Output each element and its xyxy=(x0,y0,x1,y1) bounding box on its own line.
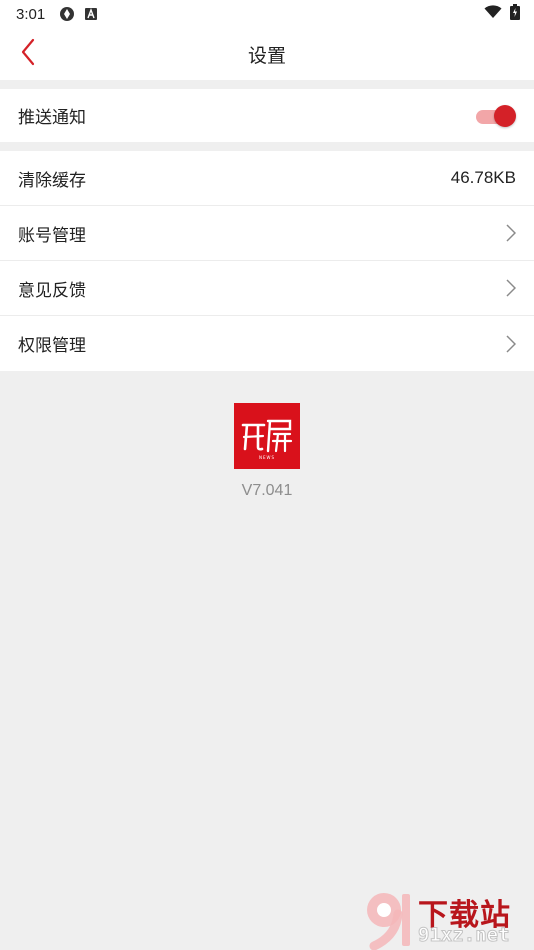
feedback-label: 意见反馈 xyxy=(18,280,86,301)
watermark-logo-icon xyxy=(367,893,410,950)
wifi-icon xyxy=(484,5,502,23)
clear-cache-row[interactable]: 清除缓存 46.78KB xyxy=(0,151,534,206)
permissions-label: 权限管理 xyxy=(18,336,86,356)
battery-icon xyxy=(510,4,520,24)
chevron-right-icon xyxy=(500,279,516,297)
page-title: 设置 xyxy=(247,44,286,67)
app-logo: NEWS xyxy=(234,403,300,469)
account-management-label: 账号管理 xyxy=(18,225,86,246)
app-header: 设置 xyxy=(0,28,534,80)
push-notification-toggle[interactable] xyxy=(476,104,516,127)
account-management-row[interactable]: 账号管理 xyxy=(0,206,534,261)
app-version: V7.041 xyxy=(241,482,293,499)
cache-size-value: 46.78KB xyxy=(450,168,516,187)
back-button[interactable] xyxy=(10,36,46,72)
status-time: 3:01 xyxy=(16,5,46,23)
sync-icon xyxy=(59,6,75,22)
settings-list: 清除缓存 46.78KB 账号管理 意见反馈 权限管理 xyxy=(0,151,534,371)
chevron-left-icon xyxy=(20,38,36,70)
push-section: 推送通知 xyxy=(0,89,534,142)
a-badge-icon xyxy=(85,8,98,20)
chevron-right-icon xyxy=(500,334,516,353)
toggle-knob xyxy=(494,104,516,127)
svg-text:NEWS: NEWS xyxy=(259,455,275,460)
status-bar: 3:01 xyxy=(0,0,534,28)
watermark-site: 91xz.net xyxy=(418,924,511,947)
push-notification-row: 推送通知 xyxy=(0,89,534,142)
site-watermark: 下载站 91xz.net xyxy=(358,886,530,950)
push-notification-label: 推送通知 xyxy=(18,108,86,128)
feedback-row[interactable]: 意见反馈 xyxy=(0,261,534,316)
clear-cache-label: 清除缓存 xyxy=(18,170,86,191)
permissions-row[interactable]: 权限管理 xyxy=(0,316,534,371)
chevron-right-icon xyxy=(500,224,516,242)
